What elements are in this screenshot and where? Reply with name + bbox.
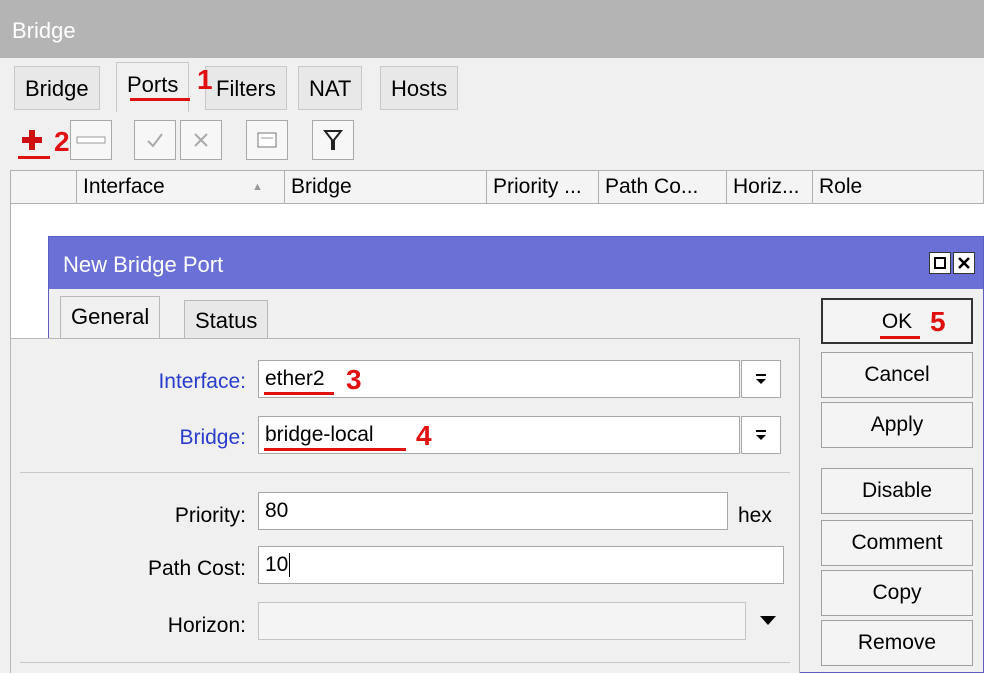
enable-button[interactable]: [134, 120, 176, 160]
annotation-1: 1: [197, 64, 213, 95]
table-header: Interface ▲ Bridge Priority ... Path Co.…: [10, 170, 984, 204]
comment-button[interactable]: Comment: [821, 520, 973, 566]
remove-icon: [76, 136, 106, 144]
window-titlebar: Bridge: [0, 0, 984, 58]
horizon-dropdown-arrow-icon[interactable]: [760, 614, 776, 626]
dialog-titlebar: New Bridge Port: [49, 237, 983, 289]
comment-icon: [257, 132, 277, 148]
apply-button[interactable]: Apply: [821, 402, 973, 448]
annotation-2: 2: [54, 126, 70, 157]
filter-button[interactable]: [312, 120, 354, 160]
sort-arrow-icon: ▲: [252, 181, 263, 193]
bridge-dropdown-button[interactable]: [741, 416, 781, 454]
annotation-underline-add: [18, 156, 50, 159]
dropdown-arrow-icon: [756, 374, 766, 384]
remove-button[interactable]: [70, 120, 112, 160]
remove-button[interactable]: Remove: [821, 620, 973, 666]
filter-icon: [323, 130, 343, 150]
disable-button[interactable]: [180, 120, 222, 160]
cancel-button[interactable]: Cancel: [821, 352, 973, 398]
separator: [20, 662, 790, 663]
column-header-path-cost[interactable]: Path Co...: [599, 171, 727, 203]
tab-strip: Bridge Ports Filters NAT Hosts: [0, 58, 984, 112]
interface-dropdown-button[interactable]: [741, 360, 781, 398]
horizon-input[interactable]: [258, 602, 746, 640]
horizon-label: Horizon:: [167, 614, 246, 637]
column-header-priority[interactable]: Priority ...: [487, 171, 599, 203]
text-cursor: [289, 553, 291, 578]
copy-button[interactable]: Copy: [821, 570, 973, 616]
priority-input[interactable]: 80: [258, 492, 728, 530]
path-cost-input[interactable]: 10: [258, 546, 784, 584]
annotation-3: 3: [346, 364, 362, 395]
disable-button[interactable]: Disable: [821, 468, 973, 514]
dropdown-arrow-icon: [756, 430, 766, 440]
tab-filters[interactable]: Filters: [205, 66, 287, 110]
comment-button[interactable]: [246, 120, 288, 160]
priority-unit: hex: [738, 504, 772, 527]
tab-nat[interactable]: NAT: [298, 66, 363, 110]
separator: [20, 472, 790, 473]
add-icon: [22, 130, 42, 150]
tab-bridge[interactable]: Bridge: [14, 66, 100, 110]
interface-label: Interface:: [158, 370, 246, 393]
column-header-role[interactable]: Role: [813, 171, 983, 203]
window-title: Bridge: [12, 18, 76, 43]
priority-label: Priority:: [174, 504, 246, 527]
column-header-blank: [11, 171, 77, 203]
column-header-interface[interactable]: Interface ▲: [77, 171, 285, 203]
toolbar: [0, 112, 984, 170]
enable-check-icon: [147, 133, 163, 148]
column-header-bridge[interactable]: Bridge: [285, 171, 487, 203]
path-cost-label: Path Cost:: [147, 557, 246, 580]
annotation-underline-ok: [880, 336, 920, 339]
annotation-5: 5: [930, 306, 946, 337]
column-label: Interface: [83, 175, 165, 198]
disable-x-icon: [194, 133, 208, 147]
dialog-title: New Bridge Port: [63, 252, 224, 277]
close-icon[interactable]: [953, 252, 975, 274]
annotation-underline-bridge: [264, 448, 406, 451]
column-header-horizon[interactable]: Horiz...: [727, 171, 813, 203]
add-button[interactable]: [14, 120, 50, 160]
annotation-underline-ports: [130, 98, 190, 101]
path-cost-value: 10: [265, 553, 289, 576]
maximize-icon[interactable]: [929, 252, 951, 274]
ok-label: OK: [881, 310, 913, 333]
tab-general[interactable]: General: [60, 296, 161, 340]
bridge-label: Bridge:: [179, 426, 246, 449]
tab-hosts[interactable]: Hosts: [380, 66, 459, 110]
tab-ports[interactable]: Ports: [116, 62, 190, 112]
annotation-4: 4: [416, 420, 432, 451]
annotation-underline-interface: [264, 392, 334, 395]
tab-status[interactable]: Status: [184, 300, 269, 340]
